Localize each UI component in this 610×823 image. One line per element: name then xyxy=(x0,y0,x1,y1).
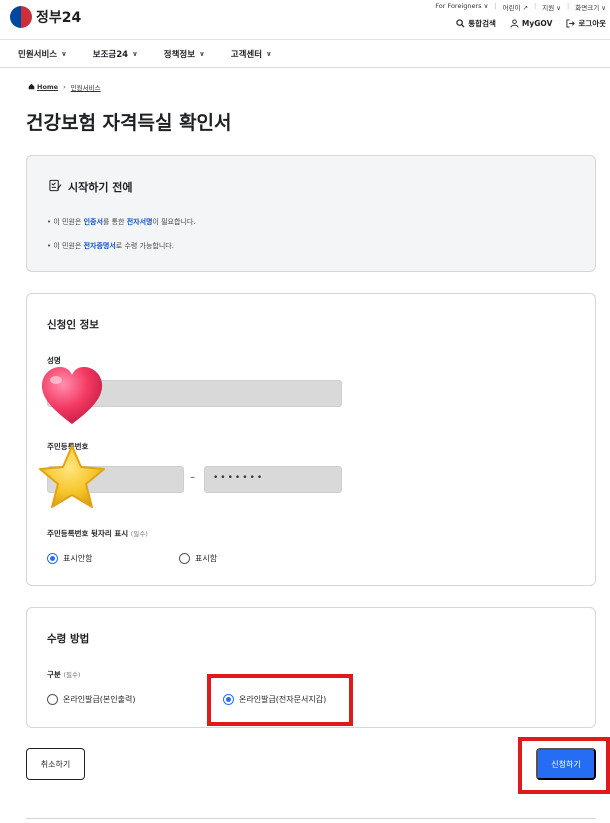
radio-unchecked-icon xyxy=(179,553,190,564)
notice-line-certificate: • 이 민원은 전자증명서로 수령 가능합니다. xyxy=(47,242,174,250)
heart-sticker-icon xyxy=(41,367,103,424)
kids-link[interactable]: 어린이 ↗ xyxy=(503,2,528,12)
receive-type-label: 구분 (필수) xyxy=(47,670,81,679)
online-print-radio[interactable]: 온라인발급(본인출력) xyxy=(47,694,135,705)
user-icon xyxy=(510,19,519,28)
chevron-right-icon: › xyxy=(63,83,66,91)
util-actions: 통합검색 MyGOV 로그아웃 xyxy=(456,18,606,29)
top-bar: 정부24 For Foreigners ∨ | 어린이 ↗ | 지원 ∨ | 화… xyxy=(0,0,610,40)
highlight-box-wallet-option xyxy=(207,674,353,726)
breadcrumb-home[interactable]: Home xyxy=(28,83,58,92)
applicant-info-section: 신청인 정보 성명 주민등록번호 – ••••••• 주민등록번호 뒷자리 표시… xyxy=(26,293,596,586)
site-logo[interactable]: 정부24 xyxy=(10,6,81,28)
applicant-info-title: 신청인 정보 xyxy=(47,319,99,331)
radio-unchecked-icon xyxy=(47,694,58,705)
cancel-button[interactable]: 취소하기 xyxy=(26,748,85,780)
support-link[interactable]: 지원 ∨ xyxy=(542,2,561,12)
nav-subsidy[interactable]: 보조금24 ∨ xyxy=(93,48,138,60)
radio-checked-icon xyxy=(47,553,58,564)
for-foreigners-link[interactable]: For Foreigners ∨ xyxy=(435,2,488,12)
chevron-down-icon: ∨ xyxy=(199,49,205,58)
page-title: 건강보험 자격득실 확인서 xyxy=(26,112,232,134)
checklist-icon xyxy=(49,179,62,195)
search-icon xyxy=(456,19,465,28)
name-label: 성명 xyxy=(47,356,61,365)
logout-button[interactable]: 로그아웃 xyxy=(566,18,606,29)
home-icon xyxy=(28,83,35,92)
receive-method-title: 수령 방법 xyxy=(47,633,90,645)
submit-button[interactable]: 신청하기 xyxy=(536,748,596,780)
notice-box: 시작하기 전에 • 이 민원은 인증서를 통한 전자서명이 필요합니다. • 이… xyxy=(26,155,596,272)
notice-line-signature: • 이 민원은 인증서를 통한 전자서명이 필요합니다. xyxy=(47,218,196,226)
rrn-display-label: 주민등록번호 뒷자리 표시 (필수) xyxy=(47,529,148,538)
logout-icon xyxy=(566,19,576,28)
notice-heading: 시작하기 전에 xyxy=(49,179,133,195)
font-size-link[interactable]: 화면크기 ∨ xyxy=(575,2,606,12)
chevron-down-icon: ∨ xyxy=(132,49,138,58)
breadcrumb: Home › 민원서비스 xyxy=(28,82,101,92)
nav-customer-center[interactable]: 고객센터 ∨ xyxy=(231,48,272,60)
mygov-button[interactable]: MyGOV xyxy=(510,18,552,29)
nav-policy[interactable]: 정책정보 ∨ xyxy=(164,48,205,60)
logo-text: 정부24 xyxy=(36,10,82,26)
nav-civil-service[interactable]: 민원서비스 ∨ xyxy=(18,48,67,60)
chevron-down-icon: ∨ xyxy=(61,49,67,58)
rrn-show-radio[interactable]: 표시함 xyxy=(179,553,217,564)
rrn-dash: – xyxy=(190,472,195,483)
breadcrumb-current[interactable]: 민원서비스 xyxy=(71,82,101,92)
taegeuk-icon xyxy=(10,6,32,28)
rrn-hide-radio[interactable]: 표시안함 xyxy=(47,553,92,564)
main-navigation: 민원서비스 ∨ 보조금24 ∨ 정책정보 ∨ 고객센터 ∨ xyxy=(0,40,610,68)
chevron-down-icon: ∨ xyxy=(266,49,272,58)
star-sticker-icon xyxy=(39,445,105,508)
utility-links: For Foreigners ∨ | 어린이 ↗ | 지원 ∨ | 화면크기 ∨ xyxy=(435,2,606,12)
divider xyxy=(26,818,596,819)
search-button[interactable]: 통합검색 xyxy=(456,18,496,29)
rrn-back-field[interactable]: ••••••• xyxy=(204,466,342,493)
